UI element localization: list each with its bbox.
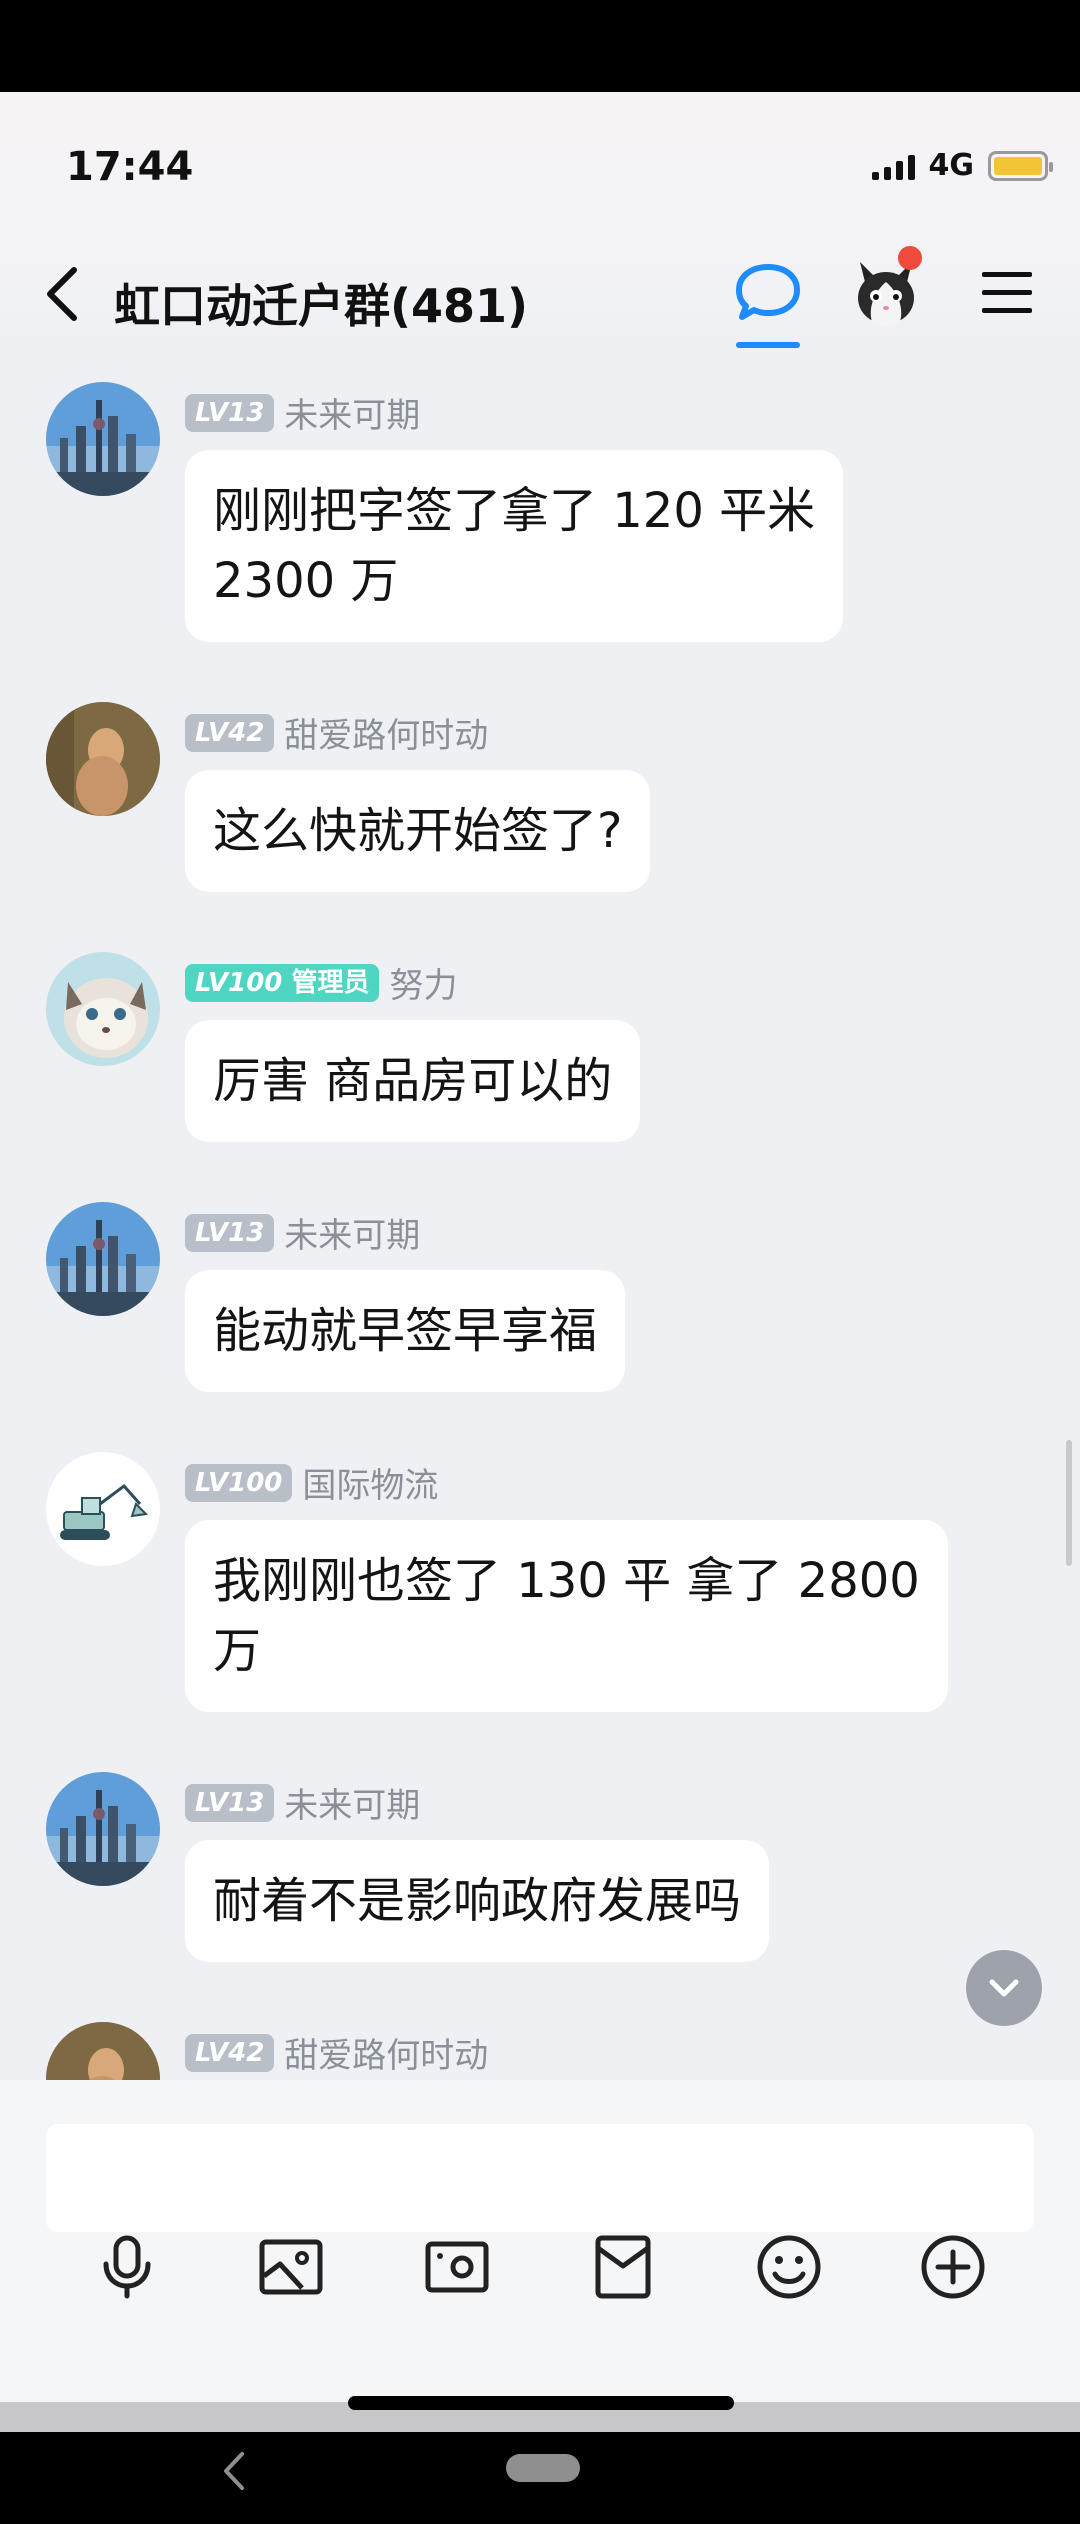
chevron-left-icon — [47, 267, 77, 321]
notification-dot — [898, 246, 922, 270]
red-packet-icon — [595, 2235, 651, 2299]
cat-avatar-icon — [46, 952, 160, 1066]
status-icons: 4G — [871, 148, 1053, 183]
message-line: 万 — [213, 1623, 262, 1679]
sender-nickname[interactable]: 未来可期 — [284, 388, 420, 437]
battery-icon — [988, 150, 1053, 181]
group-avatar-button[interactable] — [852, 246, 922, 328]
message-bubble[interactable]: 厉害 商品房可以的 — [185, 1020, 641, 1142]
role-label: 管理员 — [291, 967, 370, 998]
avatar[interactable] — [46, 952, 160, 1066]
message-meta: LV13 未来可期 — [185, 1208, 420, 1257]
city-skyline-avatar-icon — [46, 382, 160, 496]
message-line: 厉害 商品房可以的 — [213, 1053, 613, 1109]
image-button[interactable] — [256, 2232, 326, 2302]
avatar[interactable] — [46, 382, 160, 496]
network-type: 4G — [928, 148, 975, 183]
message-meta: LV42 甜爱路何时动 — [185, 2028, 488, 2077]
sender-nickname[interactable]: 甜爱路何时动 — [284, 708, 488, 757]
microphone-icon — [103, 2235, 151, 2299]
chevron-down-icon — [989, 1979, 1019, 1997]
admin-badge: LV100 管理员 — [185, 963, 380, 1002]
message-bubble[interactable]: 耐着不是影响政府发展吗 — [185, 1840, 770, 1962]
voice-button[interactable] — [92, 2232, 162, 2302]
chat-tab-button[interactable] — [734, 262, 802, 348]
group-title[interactable]: 虹口动迁户群(481) — [114, 270, 528, 336]
level-badge: LV42 — [185, 2033, 275, 2072]
top-bezel — [0, 0, 1080, 92]
status-time: 17:44 — [66, 144, 194, 190]
input-area — [0, 2080, 1080, 2402]
message-meta: LV13 未来可期 — [185, 1778, 420, 1827]
message-bubble[interactable]: 我刚刚也签了 130 平 拿了 2800 万 — [185, 1520, 948, 1712]
menu-icon — [982, 272, 1032, 313]
plus-icon — [921, 2235, 985, 2299]
message-line: 2300 万 — [213, 553, 399, 609]
camera-button[interactable] — [422, 2232, 492, 2302]
signal-icon — [871, 152, 915, 180]
message-meta: LV13 未来可期 — [185, 388, 420, 437]
message-meta: LV100 管理员 努力 — [185, 958, 457, 1007]
scrollbar[interactable] — [1066, 1440, 1072, 1566]
avatar[interactable] — [46, 1202, 160, 1316]
sender-nickname[interactable]: 国际物流 — [302, 1458, 438, 1507]
active-tab-indicator — [736, 342, 800, 348]
sender-nickname[interactable]: 甜爱路何时动 — [284, 2028, 488, 2077]
chat-header: 17:44 4G 虹口动迁户群(481) — [0, 92, 1080, 362]
city-skyline-avatar-icon — [46, 1202, 160, 1316]
message-line: 这么快就开始签了? — [213, 803, 623, 859]
nav-back-icon — [224, 2452, 244, 2490]
more-button[interactable] — [918, 2232, 988, 2302]
level-badge: LV13 — [185, 1213, 275, 1252]
scroll-to-bottom-button[interactable] — [966, 1950, 1042, 2026]
menu-button[interactable] — [982, 272, 1032, 316]
message-meta: LV100 国际物流 — [185, 1458, 438, 1507]
avatar[interactable] — [46, 1452, 160, 1566]
emoji-icon — [757, 2235, 821, 2299]
back-button[interactable] — [40, 264, 84, 324]
home-indicator[interactable] — [348, 2396, 734, 2410]
chat-bubble-icon — [736, 264, 800, 320]
message-line: 耐着不是影响政府发展吗 — [213, 1873, 742, 1929]
camera-icon — [425, 2241, 489, 2293]
image-icon — [259, 2239, 323, 2295]
sender-nickname[interactable]: 未来可期 — [284, 1778, 420, 1827]
nav-home-button[interactable] — [506, 2454, 580, 2482]
message-input[interactable] — [46, 2124, 1034, 2232]
chat-screen: 17:44 4G 虹口动迁户群(481) LV13 未来可期 刚刚把字签了拿了 … — [0, 92, 1080, 2402]
level-badge: LV100 — [185, 1463, 293, 1502]
message-line: 刚刚把字签了拿了 120 平米 — [213, 483, 816, 539]
level-badge: LV13 — [185, 1783, 275, 1822]
figure-avatar-icon — [46, 702, 160, 816]
message-bubble[interactable]: 刚刚把字签了拿了 120 平米 2300 万 — [185, 450, 844, 642]
message-bubble[interactable]: 这么快就开始签了? — [185, 770, 651, 892]
avatar[interactable] — [46, 702, 160, 816]
level-badge: LV100 — [195, 967, 283, 998]
sender-nickname[interactable]: 未来可期 — [284, 1208, 420, 1257]
message-line: 能动就早签早享福 — [213, 1303, 598, 1359]
level-badge: LV13 — [185, 393, 275, 432]
level-badge: LV42 — [185, 713, 275, 752]
emoji-button[interactable] — [754, 2232, 824, 2302]
message-bubble[interactable]: 能动就早签早享福 — [185, 1270, 626, 1392]
red-packet-button[interactable] — [588, 2232, 658, 2302]
avatar[interactable] — [46, 1772, 160, 1886]
message-line: 我刚刚也签了 130 平 拿了 2800 — [213, 1553, 920, 1609]
excavator-avatar-icon — [46, 1452, 160, 1566]
sender-nickname[interactable]: 努力 — [389, 958, 457, 1007]
nav-back-button[interactable] — [218, 2448, 248, 2494]
message-meta: LV42 甜爱路何时动 — [185, 708, 488, 757]
city-skyline-avatar-icon — [46, 1772, 160, 1886]
